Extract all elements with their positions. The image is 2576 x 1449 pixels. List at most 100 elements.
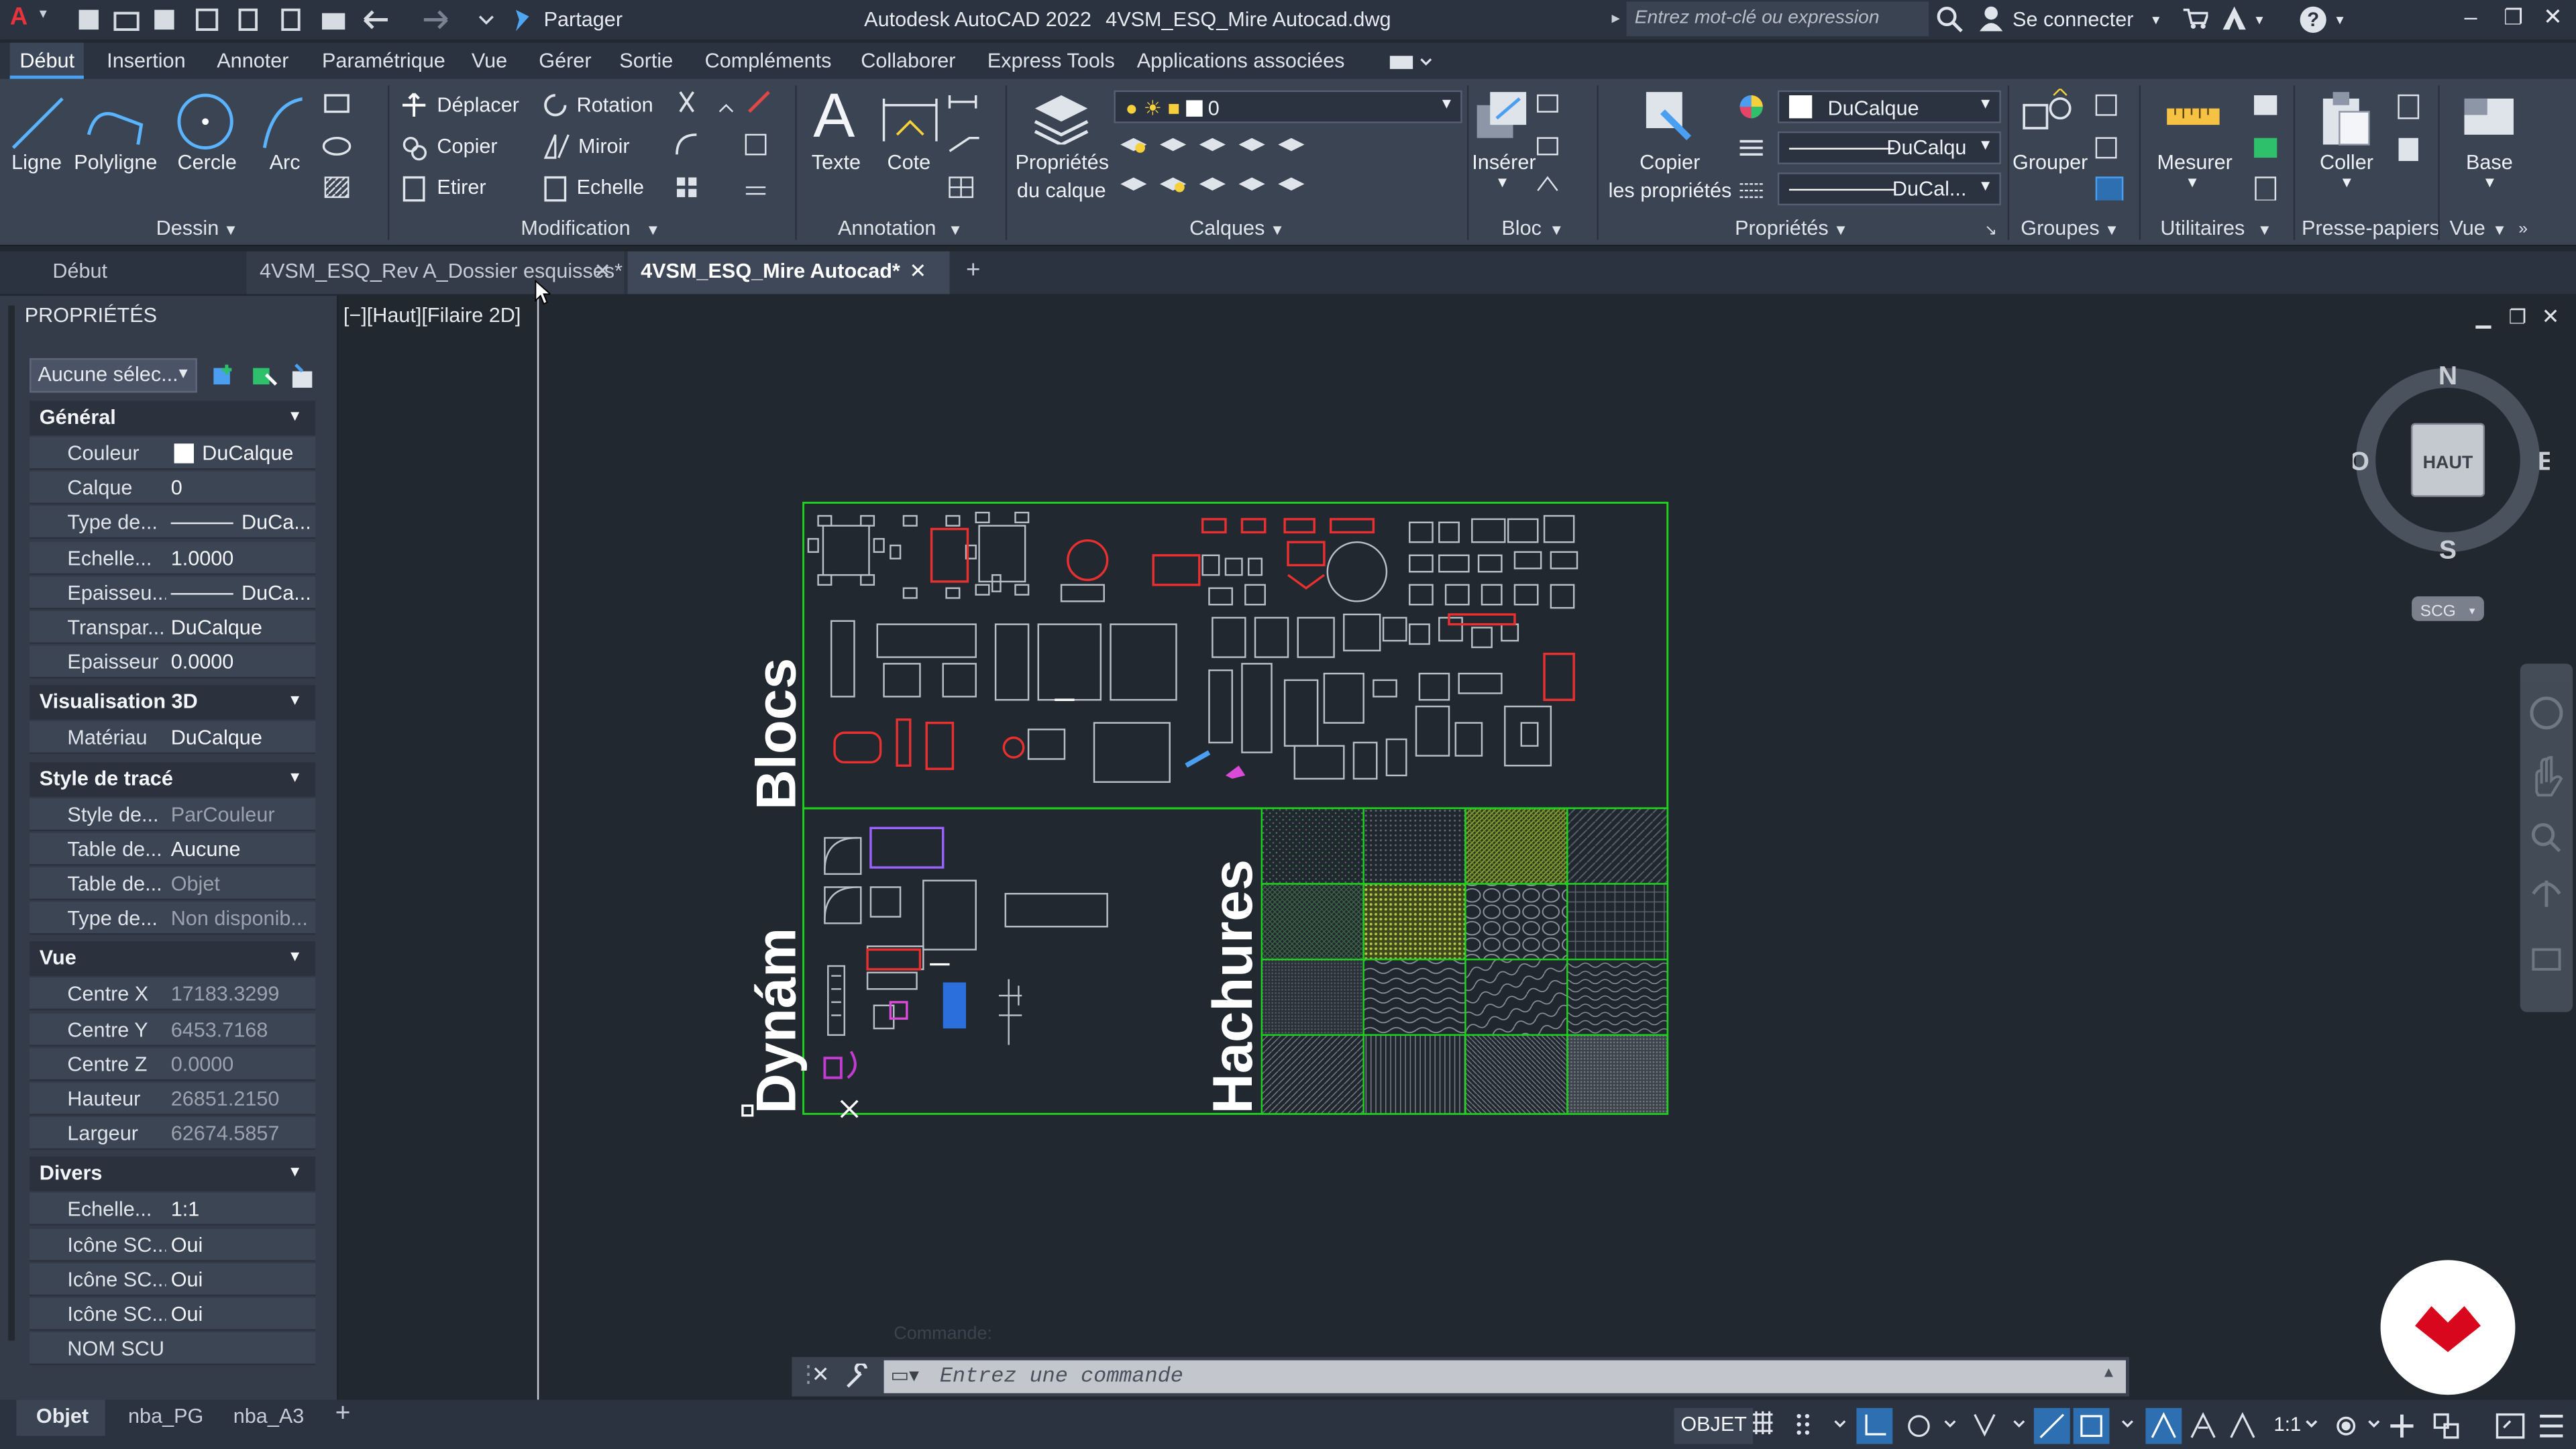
ucs-label[interactable]: SCG — [2420, 602, 2456, 620]
tab-collaborer[interactable]: Collaborer — [861, 49, 955, 72]
utilitaires-expand-icon[interactable]: ▼ — [2257, 222, 2272, 238]
property-row[interactable]: Type de... DuCa... — [30, 506, 316, 540]
viewport-controls-label[interactable]: [−][Haut][Filaire 2D] — [343, 304, 521, 327]
panel-title-bloc[interactable]: Bloc — [1501, 217, 1542, 239]
tab-sortie[interactable]: Sortie — [619, 49, 673, 72]
property-row[interactable]: Echelle... 1.0000 — [30, 541, 316, 575]
panel-title-dessin[interactable]: Dessin — [156, 217, 219, 239]
compass-south[interactable]: S — [2439, 536, 2457, 565]
property-row[interactable]: Style de... ParCouleur — [30, 798, 316, 831]
polyline-tool-button[interactable]: Polyligne — [74, 151, 157, 174]
command-prompt-icon[interactable]: ▭▾ — [890, 1364, 919, 1387]
close-icon[interactable]: ✕ — [2543, 3, 2563, 32]
dimension-tool-button[interactable]: Cote — [887, 151, 930, 174]
property-row[interactable]: Hauteur 26851.2150 — [30, 1082, 316, 1116]
match-properties-button-line2[interactable]: les propriétés — [1609, 179, 1732, 202]
search-icon[interactable] — [1935, 5, 1965, 34]
help-chevron-icon[interactable]: ▾ — [2336, 11, 2343, 30]
command-input[interactable]: ▭▾ Entrez une commande ▲ — [883, 1360, 2127, 1393]
tab-start[interactable]: Début — [39, 251, 244, 294]
section-header[interactable]: Vue ▼ — [30, 942, 316, 977]
property-row[interactable]: Icône SC... Oui — [30, 1263, 316, 1296]
model-space-button[interactable]: OBJET — [1674, 1407, 1754, 1444]
collapse-chevron-icon[interactable]: ▼ — [288, 949, 303, 965]
stretch-button[interactable]: Etirer — [437, 176, 486, 199]
section-header[interactable]: Visualisation 3D ▼ — [30, 686, 316, 720]
proprietes-dialog-launcher-icon[interactable]: ↘ — [1984, 222, 1996, 240]
lineweight-dropdown[interactable]: DuCal... ▼ — [1777, 172, 2001, 206]
modification-expand-icon[interactable]: ▼ — [645, 222, 660, 238]
property-row[interactable]: Couleur DuCalque — [30, 437, 316, 470]
bloc-expand-icon[interactable]: ▼ — [1549, 222, 1564, 238]
annotation-scale-value[interactable]: 1:1 — [2273, 1413, 2301, 1436]
property-row[interactable]: Epaisseur 0.0000 — [30, 645, 316, 679]
layer-tools-icons[interactable] — [1117, 131, 1314, 211]
layer-properties-button-line2[interactable]: du calque — [1017, 179, 1106, 202]
draw-small-tools[interactable] — [322, 89, 381, 203]
panel-title-calques[interactable]: Calques — [1189, 217, 1265, 239]
selection-dropdown[interactable]: Aucune sélec... ▼ — [30, 358, 197, 393]
groupes-expand-icon[interactable]: ▼ — [2104, 222, 2119, 238]
annotation-expand-icon[interactable]: ▼ — [948, 222, 963, 238]
tab-close-icon[interactable]: ✕ — [594, 258, 611, 282]
base-chevron-icon[interactable]: ▼ — [2482, 174, 2497, 191]
utilities-small-tools[interactable] — [2251, 92, 2284, 201]
tab-parametrique[interactable]: Paramétrique — [322, 49, 445, 72]
compass-north[interactable]: N — [2438, 362, 2457, 390]
color-dropdown[interactable]: DuCalque ▼ — [1777, 90, 2001, 123]
proprietes-expand-icon[interactable]: ▼ — [1833, 222, 1848, 238]
search-input[interactable]: Entrez mot-clé ou expression — [1626, 1, 1929, 36]
tab-annoter[interactable]: Annoter — [217, 49, 288, 72]
help-icon[interactable]: ? — [2298, 5, 2328, 34]
text-tool-button[interactable]: Texte — [812, 151, 861, 174]
property-row[interactable]: Transpar... DuCalque — [30, 611, 316, 645]
match-properties-button[interactable]: Copier — [1640, 151, 1700, 174]
tab-express-tools[interactable]: Express Tools — [987, 49, 1115, 72]
viewcube[interactable]: HAUT N S E O SCG ▾ — [2353, 362, 2550, 625]
scale-button[interactable]: Echelle — [577, 176, 644, 199]
dessin-expand-icon[interactable]: ▼ — [223, 222, 238, 238]
tab-debut[interactable]: Début — [9, 42, 85, 79]
panel-title-proprietes[interactable]: Propriétés — [1735, 217, 1829, 239]
property-row[interactable]: Table de... Objet — [30, 867, 316, 901]
circle-tool-button[interactable]: Cercle — [177, 151, 236, 174]
tab-dossier-esquisses[interactable]: 4VSM_ESQ_Rev A_Dossier esquisses* ✕ — [246, 251, 625, 294]
tab-gerer[interactable]: Gérer — [539, 49, 591, 72]
viewport-close-icon[interactable]: ✕ — [2542, 304, 2560, 330]
panel-title-annotation[interactable]: Annotation — [838, 217, 936, 239]
property-row[interactable]: Icône SC... Oui — [30, 1297, 316, 1331]
tab-complements[interactable]: Compléments — [705, 49, 832, 72]
navigation-tools-icons[interactable] — [2520, 663, 2573, 1012]
status-tray-icons-2[interactable] — [2303, 1408, 2576, 1444]
vue-more-icon[interactable]: » — [2518, 220, 2528, 238]
paste-button[interactable]: Coller — [2320, 151, 2373, 174]
property-row[interactable]: Largeur 62674.5857 — [30, 1117, 316, 1150]
viewcube-face-label[interactable]: HAUT — [2423, 452, 2473, 472]
property-row[interactable]: Centre Z 0.0000 — [30, 1047, 316, 1081]
drawing-content[interactable]: Blocs Dynám Hachures — [733, 493, 1685, 1134]
panel-title-modification[interactable]: Modification — [521, 217, 630, 239]
compass-east[interactable]: E — [2538, 447, 2550, 476]
palette-grip[interactable] — [8, 305, 15, 1341]
arc-tool-button[interactable]: Arc — [270, 151, 301, 174]
command-history-toggle-icon[interactable]: ▲ — [2101, 1364, 2116, 1380]
modify-small-tools[interactable] — [670, 89, 779, 207]
panel-title-vue[interactable]: Vue — [2449, 217, 2485, 239]
copy-button[interactable]: Copier — [437, 135, 497, 158]
add-layout-icon[interactable]: + — [335, 1400, 351, 1430]
property-row[interactable]: NOM SCU — [30, 1332, 316, 1366]
signin-chevron-icon[interactable]: ▾ — [2152, 11, 2159, 30]
ribbon-display-toggle-icon[interactable] — [1388, 52, 1434, 72]
line-tool-button[interactable]: Ligne — [11, 151, 62, 174]
property-row[interactable]: Centre Y 6453.7168 — [30, 1013, 316, 1046]
property-row[interactable]: Type de... Non disponib... — [30, 902, 316, 935]
collapse-chevron-icon[interactable]: ▼ — [288, 1164, 303, 1180]
measure-button[interactable]: Mesurer — [2157, 151, 2233, 174]
section-header[interactable]: Style de tracé ▼ — [30, 761, 316, 796]
quick-access-toolbar[interactable] — [76, 5, 536, 34]
section-header[interactable]: Divers ▼ — [30, 1157, 316, 1192]
linetype-dropdown[interactable]: DuCalqu ▼ — [1777, 131, 2001, 164]
sign-in-button[interactable]: Se connecter — [2012, 8, 2133, 31]
block-small-tools[interactable] — [1534, 92, 1570, 201]
layout-tab-nba-pg[interactable]: nba_PG — [128, 1405, 203, 1428]
